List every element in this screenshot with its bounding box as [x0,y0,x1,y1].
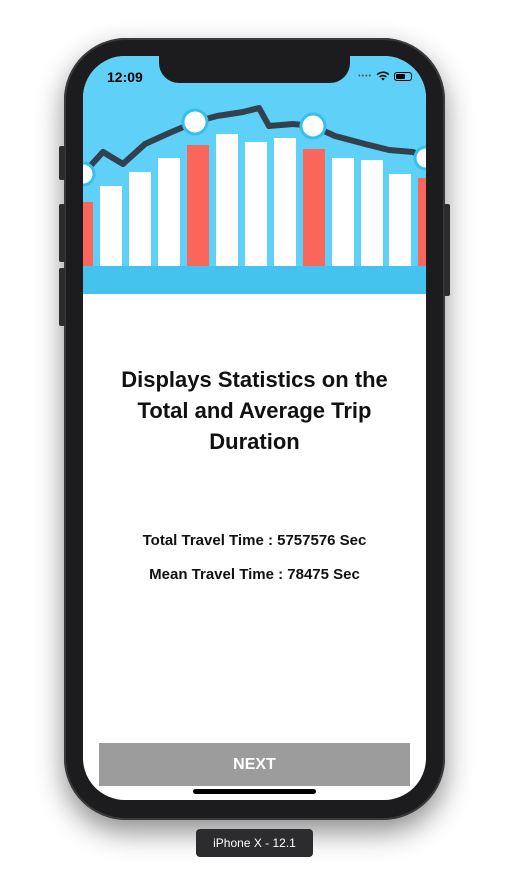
silent-switch [59,146,65,180]
home-indicator[interactable] [193,789,316,794]
signal-dots-icon: •••• [358,72,372,80]
power-button [444,204,450,296]
wifi-icon [376,71,390,81]
status-time: 12:09 [107,69,143,85]
battery-icon [394,71,412,81]
page-title: Displays Statistics on the Total and Ave… [121,367,388,454]
notch [159,56,350,83]
main-content: Displays Statistics on the Total and Ave… [83,294,426,800]
device-label: iPhone X - 12.1 [196,829,313,857]
volume-down-button [59,268,65,326]
app-screen: 12:09 •••• Displays Statistics on the To… [83,56,426,800]
volume-up-button [59,204,65,262]
mean-travel-time: Mean Travel Time : 78475 Sec [149,566,360,583]
status-icons: •••• [358,71,412,81]
total-travel-time: Total Travel Time : 5757576 Sec [142,532,367,549]
next-button[interactable]: NEXT [99,743,410,786]
